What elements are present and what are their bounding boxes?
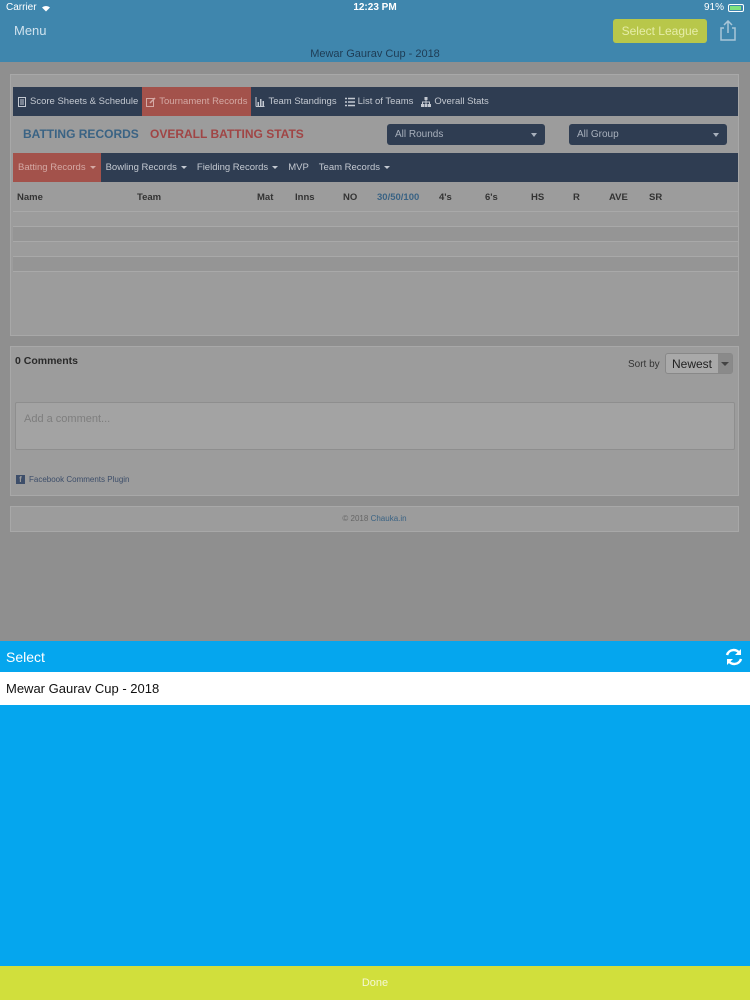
- col-sixes[interactable]: 6's: [485, 192, 498, 203]
- picker-header: Select: [0, 641, 750, 672]
- list-icon: [344, 97, 355, 106]
- tab-list-of-teams[interactable]: List of Teams: [341, 87, 418, 116]
- chevron-down-icon: [718, 354, 732, 373]
- copyright-text: © 2018: [342, 514, 369, 523]
- tab-score-sheets[interactable]: Score Sheets & Schedule: [13, 87, 142, 116]
- nav-bar: Menu Select League: [0, 16, 750, 46]
- tab-tournament-records[interactable]: Tournament Records: [142, 87, 252, 116]
- subtab-label: Team Records: [318, 162, 381, 173]
- table-row: [13, 211, 738, 226]
- subtab-bowling-records[interactable]: Bowling Records: [101, 153, 192, 182]
- col-fours[interactable]: 4's: [439, 192, 452, 203]
- sort-by-label: Sort by: [628, 359, 660, 370]
- tab-overall-stats[interactable]: Overall Stats: [417, 87, 492, 116]
- clock: 12:23 PM: [353, 2, 397, 13]
- facebook-plugin-label: Facebook Comments Plugin: [29, 475, 130, 484]
- done-button[interactable]: Done: [0, 966, 750, 1000]
- batting-records-heading[interactable]: BATTING RECORDS: [23, 127, 139, 141]
- col-runs[interactable]: R: [573, 192, 580, 203]
- sub-tab-bar: Batting Records Bowling Records Fielding…: [13, 153, 738, 182]
- facebook-plugin-link[interactable]: f Facebook Comments Plugin: [16, 475, 130, 484]
- tab-label: Tournament Records: [159, 96, 248, 107]
- caret-down-icon: [272, 166, 279, 169]
- top-tab-bar: Score Sheets & Schedule Tournament Recor…: [13, 87, 738, 116]
- sort-value: Newest: [672, 356, 713, 371]
- col-hs[interactable]: HS: [531, 192, 544, 203]
- group-value: All Group: [577, 129, 619, 140]
- col-team[interactable]: Team: [137, 192, 161, 203]
- comment-placeholder: Add a comment...: [24, 413, 111, 425]
- rounds-value: All Rounds: [395, 129, 444, 140]
- battery-percent: 91%: [703, 2, 724, 13]
- document-icon: [18, 96, 26, 107]
- sitemap-icon: [421, 96, 432, 107]
- tab-label: Team Standings: [268, 96, 337, 107]
- caret-down-icon: [384, 166, 391, 169]
- caret-down-icon: [89, 166, 96, 169]
- col-sr[interactable]: SR: [649, 192, 662, 203]
- picker-body: [0, 705, 750, 966]
- bar-chart-icon: [255, 96, 265, 107]
- col-name[interactable]: Name: [17, 192, 43, 203]
- league-title: Mewar Gaurav Cup - 2018: [0, 46, 750, 62]
- col-inns[interactable]: Inns: [295, 192, 315, 203]
- caret-down-icon: [531, 132, 537, 137]
- picker-option[interactable]: Mewar Gaurav Cup - 2018: [0, 672, 750, 705]
- col-30-50-100[interactable]: 30/50/100: [377, 192, 419, 203]
- status-bar: Carrier 12:23 PM 91%: [0, 0, 750, 16]
- edit-icon: [146, 96, 156, 107]
- col-ave[interactable]: AVE: [609, 192, 628, 203]
- tab-label: List of Teams: [357, 96, 414, 107]
- battery-icon: [728, 3, 744, 12]
- col-mat[interactable]: Mat: [257, 192, 273, 203]
- rounds-dropdown[interactable]: All Rounds: [387, 124, 545, 145]
- facebook-icon: f: [16, 475, 25, 484]
- table-row: [13, 271, 738, 286]
- subtab-label: MVP: [288, 162, 309, 173]
- caret-down-icon: [180, 166, 187, 169]
- comments-count: 0 Comments: [15, 355, 79, 367]
- stats-table-header: Name Team Mat Inns NO 30/50/100 4's 6's …: [13, 183, 738, 211]
- sort-select[interactable]: Newest: [665, 353, 733, 374]
- tab-label: Score Sheets & Schedule: [30, 96, 139, 107]
- subtab-label: Batting Records: [18, 162, 86, 173]
- battery-info: 91%: [704, 2, 744, 13]
- subtab-team-records[interactable]: Team Records: [314, 153, 395, 182]
- subtab-mvp[interactable]: MVP: [283, 153, 314, 182]
- comments-card: 0 Comments Sort by Newest Add a comment.…: [10, 346, 739, 496]
- subtab-fielding-records[interactable]: Fielding Records: [192, 153, 283, 182]
- subtab-batting-records[interactable]: Batting Records: [13, 153, 101, 182]
- subtab-label: Fielding Records: [196, 162, 269, 173]
- picker-title: Select: [6, 649, 45, 665]
- share-icon[interactable]: [718, 20, 738, 42]
- footer: © 2018 Chauka.in: [10, 506, 739, 532]
- overall-batting-stats-heading[interactable]: OVERALL BATTING STATS: [150, 127, 304, 141]
- subtab-label: Bowling Records: [105, 162, 177, 173]
- select-league-button[interactable]: Select League: [613, 19, 707, 43]
- footer-link[interactable]: Chauka.in: [371, 514, 407, 523]
- tab-label: Overall Stats: [434, 96, 489, 107]
- table-row: [13, 241, 738, 256]
- table-row: [13, 256, 738, 271]
- tab-team-standings[interactable]: Team Standings: [251, 87, 340, 116]
- records-card: Score Sheets & Schedule Tournament Recor…: [10, 74, 739, 336]
- refresh-icon[interactable]: [724, 647, 744, 667]
- comment-input[interactable]: Add a comment...: [15, 402, 735, 450]
- menu-button[interactable]: Menu: [14, 23, 47, 38]
- caret-down-icon: [713, 132, 719, 137]
- group-dropdown[interactable]: All Group: [569, 124, 727, 145]
- table-row: [13, 226, 738, 241]
- col-no[interactable]: NO: [343, 192, 357, 203]
